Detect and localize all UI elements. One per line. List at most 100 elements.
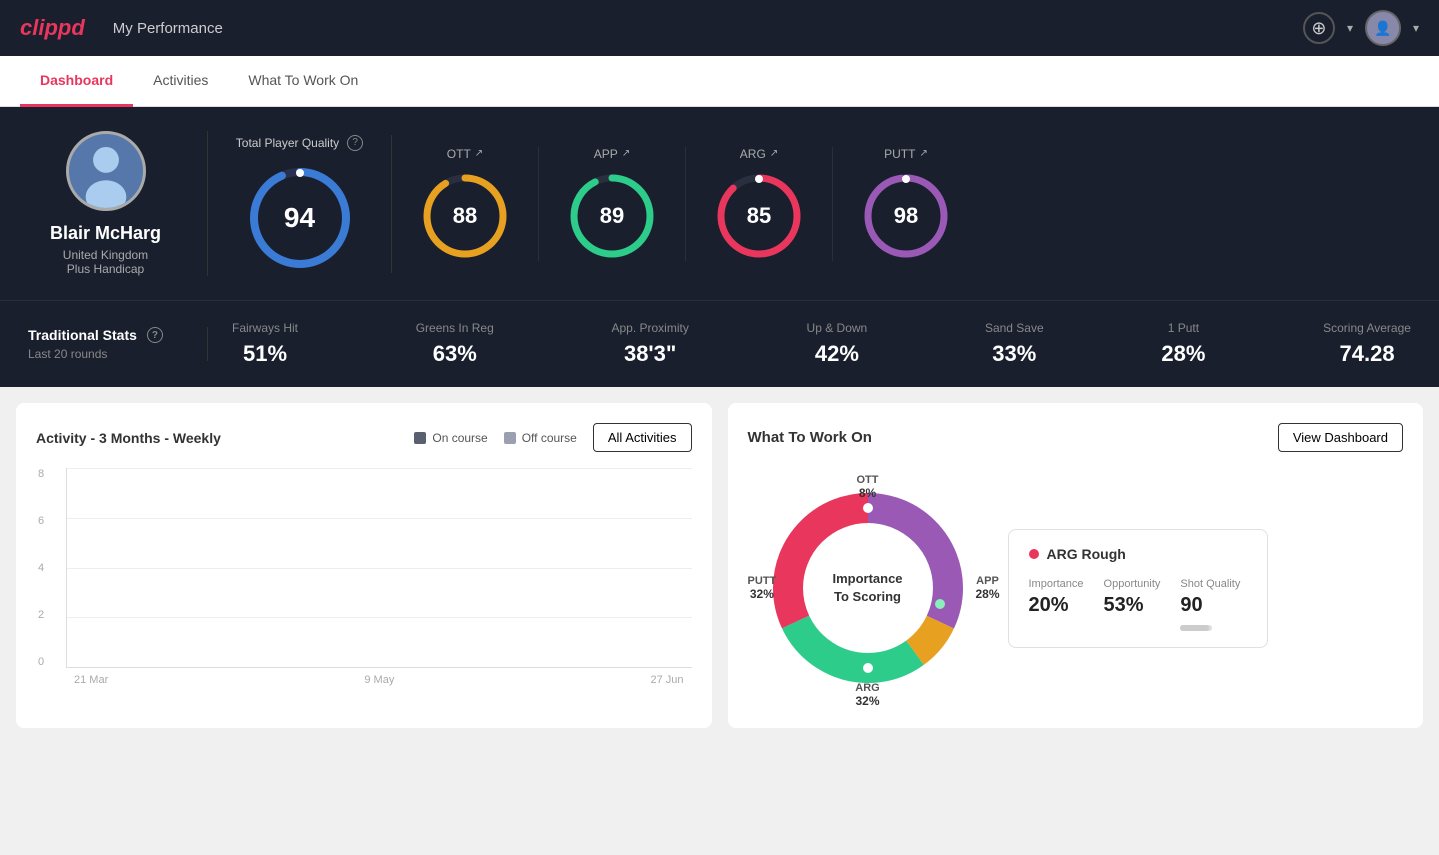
x-label-jun: 27 Jun bbox=[650, 674, 683, 686]
chart-area: 0 2 4 6 8 bbox=[36, 468, 692, 688]
stat-app-proximity: App. Proximity 38'3" bbox=[611, 321, 688, 367]
ott-value: 88 bbox=[453, 203, 477, 229]
player-name: Blair McHarg bbox=[50, 223, 161, 244]
player-info: Blair McHarg United Kingdom Plus Handica… bbox=[28, 131, 208, 276]
stat-scoring-average: Scoring Average 74.28 bbox=[1323, 321, 1411, 367]
y-label-4: 4 bbox=[38, 562, 44, 574]
activity-chart-panel: Activity - 3 Months - Weekly On course O… bbox=[16, 403, 712, 728]
putt-value: 98 bbox=[894, 203, 918, 229]
y-label-6: 6 bbox=[38, 515, 44, 527]
app-circle: 89 bbox=[567, 171, 657, 261]
hero-section: Blair McHarg United Kingdom Plus Handica… bbox=[0, 107, 1439, 300]
x-axis: 21 Mar 9 May 27 Jun bbox=[66, 668, 692, 686]
on-course-dot bbox=[414, 432, 426, 444]
all-activities-button[interactable]: All Activities bbox=[593, 423, 692, 452]
arg-arrow-icon: ↗ bbox=[770, 148, 778, 159]
metric-importance: Importance 20% bbox=[1029, 578, 1084, 631]
work-header: What To Work On View Dashboard bbox=[748, 423, 1404, 452]
stat-fairways-hit: Fairways Hit 51% bbox=[232, 321, 298, 367]
app-label: APP ↗ bbox=[594, 147, 630, 161]
putt-circle: 98 bbox=[861, 171, 951, 261]
score-card-putt: PUTT ↗ 98 bbox=[833, 147, 979, 261]
ott-donut-label: OTT 8% bbox=[857, 474, 879, 500]
ott-arrow-icon: ↗ bbox=[475, 148, 483, 159]
total-quality-label: Total Player Quality ? bbox=[236, 135, 363, 151]
top-nav: clippd My Performance ⊕ ▾ 👤 ▾ bbox=[0, 0, 1439, 56]
nav-right: ⊕ ▾ 👤 ▾ bbox=[1303, 10, 1419, 46]
stat-1-putt: 1 Putt 28% bbox=[1161, 321, 1205, 367]
info-dot bbox=[1029, 549, 1039, 559]
putt-arrow-icon: ↗ bbox=[919, 148, 927, 159]
x-label-mar: 21 Mar bbox=[74, 674, 108, 686]
player-avatar bbox=[66, 131, 146, 211]
nav-title: My Performance bbox=[113, 20, 223, 37]
player-handicap: Plus Handicap bbox=[67, 262, 144, 276]
score-card-app: APP ↗ 89 bbox=[539, 147, 686, 261]
arg-circle: 85 bbox=[714, 171, 804, 261]
tab-what-to-work-on[interactable]: What To Work On bbox=[228, 56, 378, 107]
user-dropdown-arrow: ▾ bbox=[1413, 21, 1419, 35]
off-course-dot bbox=[504, 432, 516, 444]
donut-chart: ImportanceTo Scoring OTT 8% PUTT 32% APP… bbox=[748, 468, 988, 708]
total-quality-help-icon[interactable]: ? bbox=[347, 135, 363, 151]
legend-off-course: Off course bbox=[504, 431, 577, 445]
arg-donut-label: ARG 32% bbox=[855, 682, 879, 708]
traditional-stats-label: Traditional Stats ? bbox=[28, 327, 183, 343]
legend-on-course: On course bbox=[414, 431, 487, 445]
stats-bar: Traditional Stats ? Last 20 rounds Fairw… bbox=[0, 300, 1439, 387]
arg-label: ARG ↗ bbox=[740, 147, 778, 161]
donut-center-text: ImportanceTo Scoring bbox=[832, 570, 902, 606]
view-dashboard-button[interactable]: View Dashboard bbox=[1278, 423, 1403, 452]
scores-section: Total Player Quality ? 94 OTT ↗ bbox=[208, 135, 1411, 273]
tab-activities[interactable]: Activities bbox=[133, 56, 228, 107]
info-card-header: ARG Rough bbox=[1029, 546, 1247, 562]
score-card-arg: ARG ↗ 85 bbox=[686, 147, 833, 261]
stats-values: Fairways Hit 51% Greens In Reg 63% App. … bbox=[208, 321, 1411, 367]
total-quality-circle: 94 bbox=[245, 163, 355, 273]
stats-sublabel: Last 20 rounds bbox=[28, 347, 183, 361]
y-label-8: 8 bbox=[38, 468, 44, 480]
work-title: What To Work On bbox=[748, 429, 872, 446]
bottom-section: Activity - 3 Months - Weekly On course O… bbox=[0, 387, 1439, 744]
app-value: 89 bbox=[600, 203, 624, 229]
total-quality-value: 94 bbox=[284, 202, 315, 234]
stat-greens-in-reg: Greens In Reg 63% bbox=[416, 321, 494, 367]
ott-label: OTT ↗ bbox=[447, 147, 483, 161]
arg-rough-info-card: ARG Rough Importance 20% Opportunity 53%… bbox=[1008, 529, 1268, 648]
chart-title: Activity - 3 Months - Weekly bbox=[36, 430, 221, 446]
work-content: ImportanceTo Scoring OTT 8% PUTT 32% APP… bbox=[748, 468, 1404, 708]
quality-fill bbox=[1180, 625, 1209, 631]
score-cards: OTT ↗ 88 APP ↗ bbox=[392, 147, 1411, 261]
score-card-ott: OTT ↗ 88 bbox=[392, 147, 539, 261]
add-button[interactable]: ⊕ bbox=[1303, 12, 1335, 44]
what-to-work-on-panel: What To Work On View Dashboard bbox=[728, 403, 1424, 728]
app-arrow-icon: ↗ bbox=[622, 148, 630, 159]
stat-sand-save: Sand Save 33% bbox=[985, 321, 1044, 367]
ott-circle: 88 bbox=[420, 171, 510, 261]
stats-help-icon[interactable]: ? bbox=[147, 327, 163, 343]
user-avatar[interactable]: 👤 bbox=[1365, 10, 1401, 46]
tab-bar: Dashboard Activities What To Work On bbox=[0, 56, 1439, 107]
total-quality: Total Player Quality ? 94 bbox=[232, 135, 392, 273]
arg-value: 85 bbox=[747, 203, 771, 229]
logo-text: clippd bbox=[20, 15, 85, 41]
stats-label-section: Traditional Stats ? Last 20 rounds bbox=[28, 327, 208, 361]
stat-up-down: Up & Down 42% bbox=[807, 321, 868, 367]
donut-center: ImportanceTo Scoring bbox=[832, 570, 902, 606]
y-label-2: 2 bbox=[38, 609, 44, 621]
logo: clippd My Performance bbox=[20, 15, 223, 41]
info-metrics: Importance 20% Opportunity 53% Shot Qual… bbox=[1029, 578, 1247, 631]
quality-bar bbox=[1180, 625, 1212, 631]
info-card-title: ARG Rough bbox=[1047, 546, 1126, 562]
tab-dashboard[interactable]: Dashboard bbox=[20, 56, 133, 107]
chart-header: Activity - 3 Months - Weekly On course O… bbox=[36, 423, 692, 452]
x-label-may: 9 May bbox=[364, 674, 394, 686]
metric-shot-quality: Shot Quality 90 bbox=[1180, 578, 1240, 631]
player-country: United Kingdom bbox=[63, 248, 148, 262]
putt-donut-label: PUTT 32% bbox=[748, 575, 777, 601]
app-donut-label: APP 28% bbox=[975, 575, 999, 601]
chart-legend: On course Off course bbox=[414, 431, 577, 445]
add-dropdown-arrow: ▾ bbox=[1347, 21, 1353, 35]
putt-label: PUTT ↗ bbox=[884, 147, 928, 161]
y-label-0: 0 bbox=[38, 656, 44, 668]
